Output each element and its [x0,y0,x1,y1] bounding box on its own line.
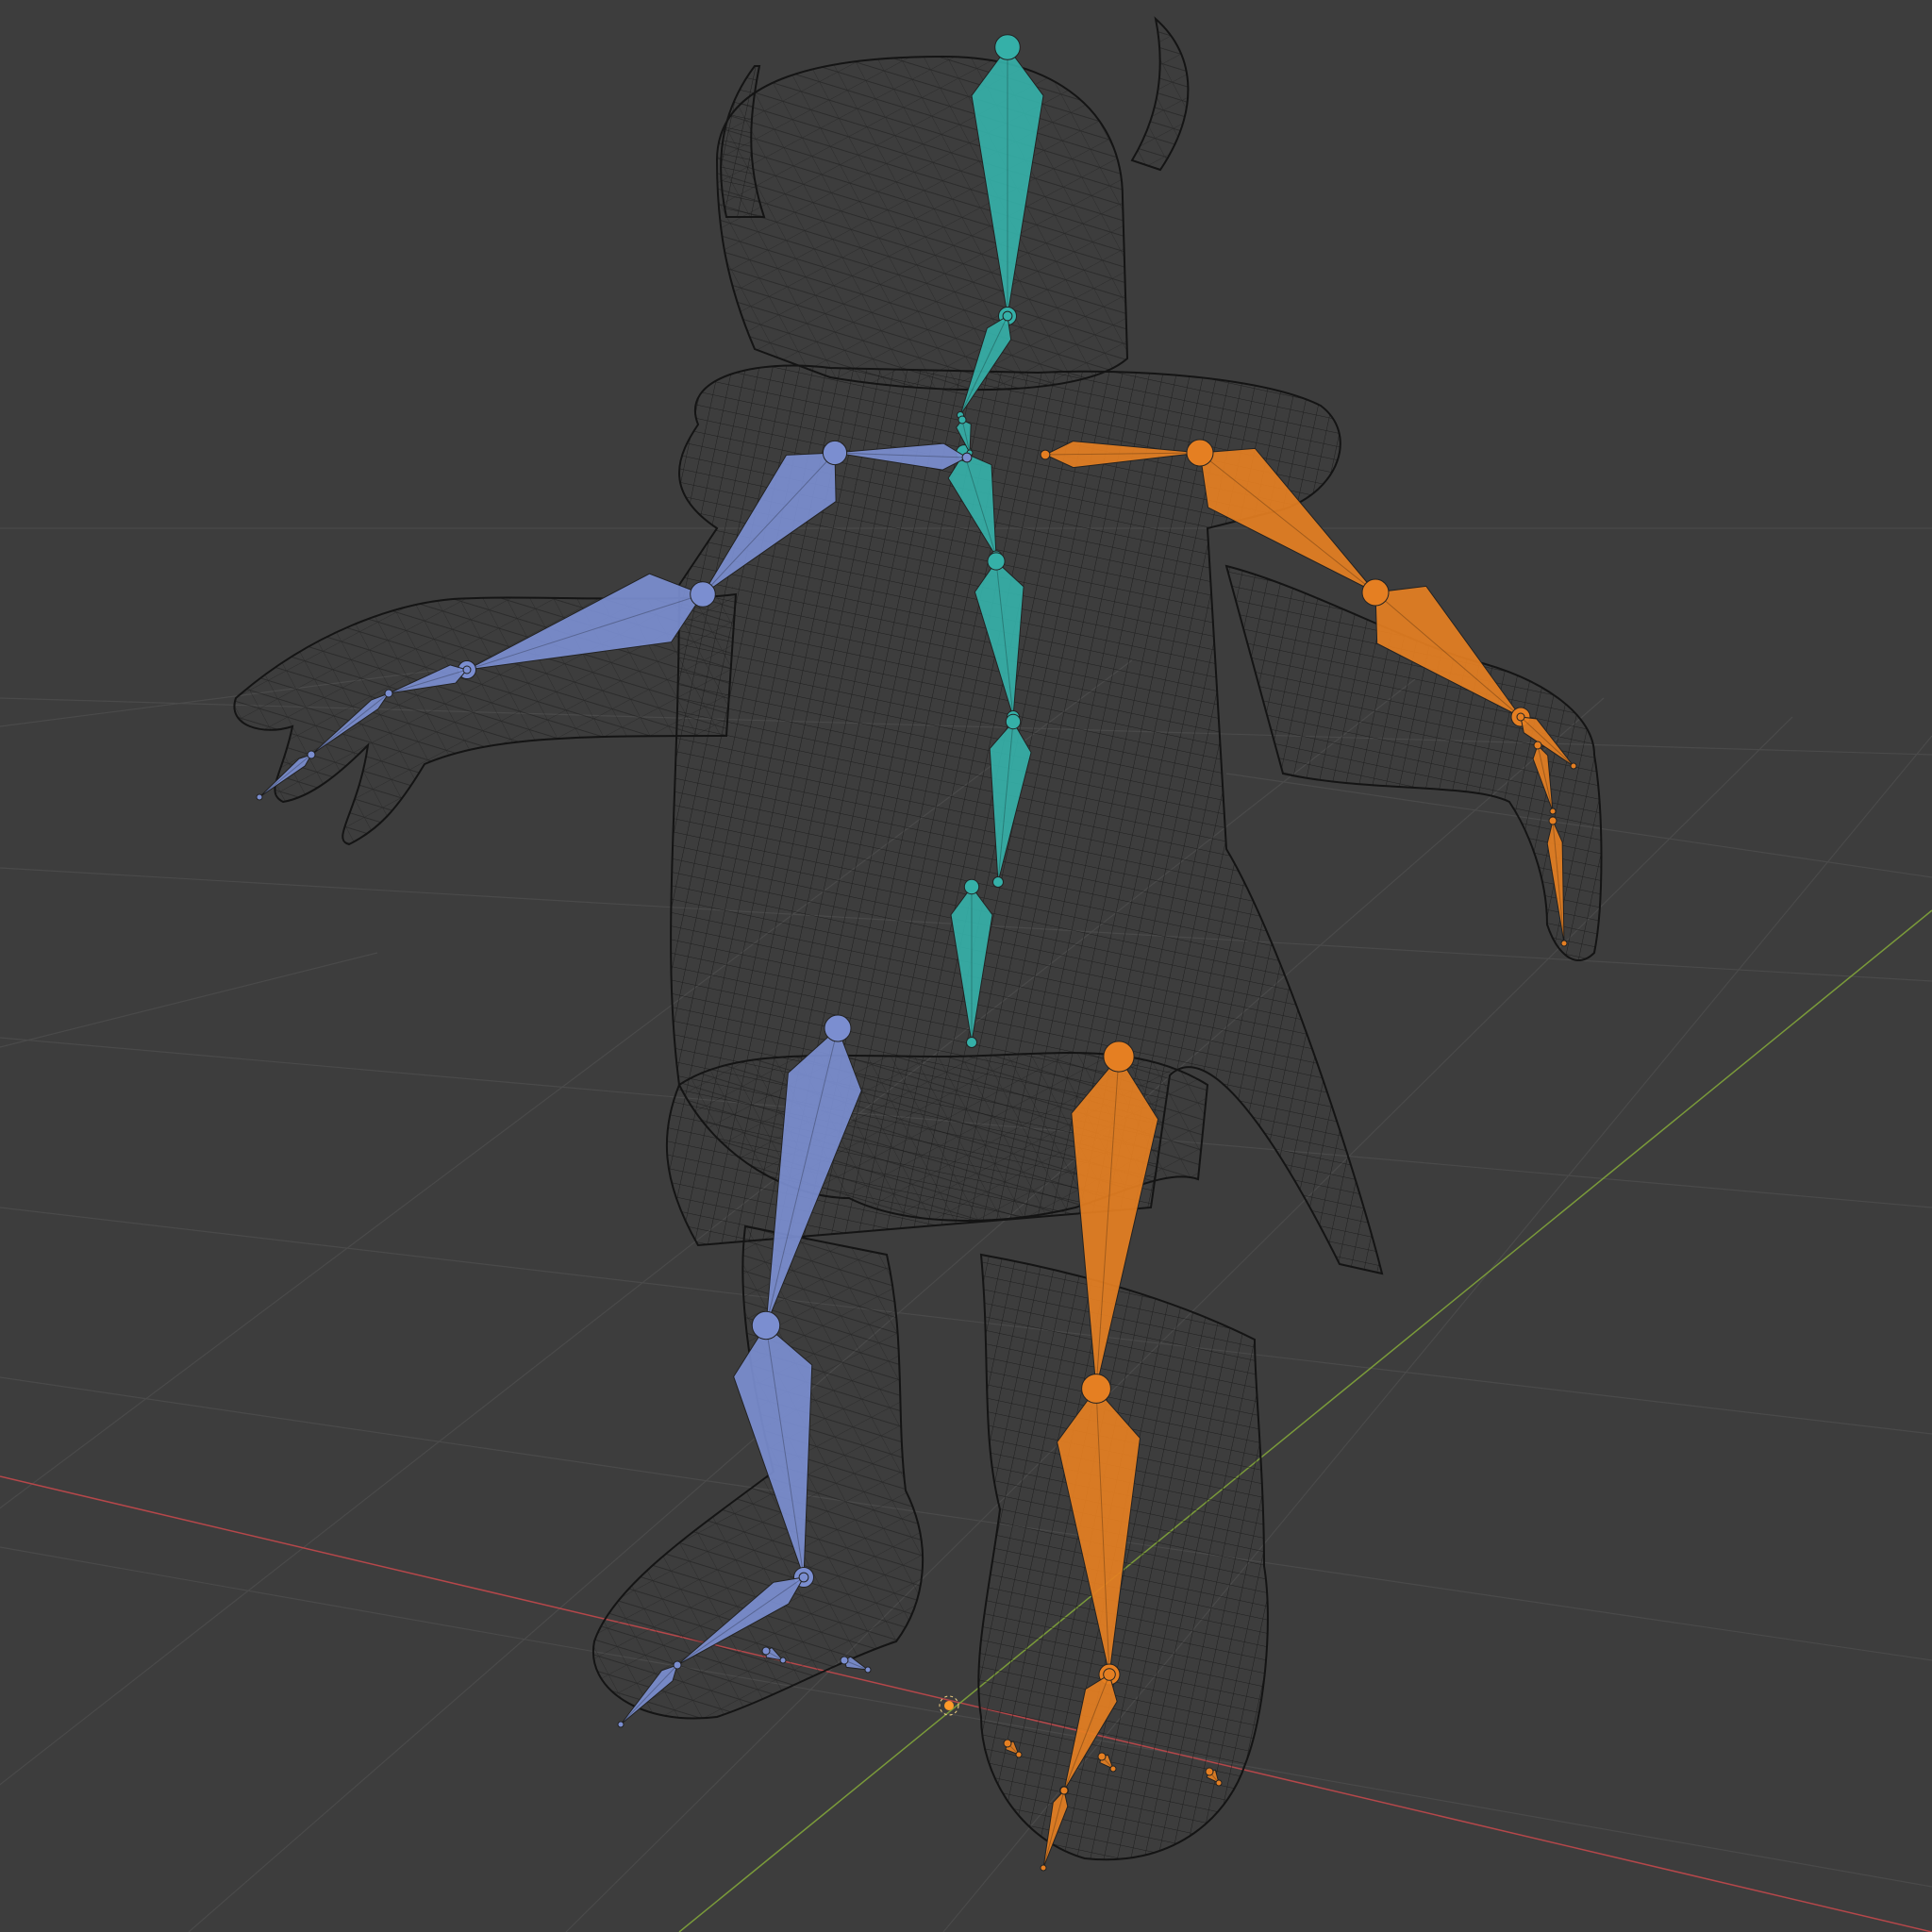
mesh-head [715,55,1129,391]
bone-toe-left-small-2[interactable] [840,1656,872,1674]
character-mesh-wireframe[interactable] [233,16,1603,1861]
viewport-canvas[interactable] [0,0,1932,1932]
mesh-leg-left [591,1224,924,1720]
mesh-horn-right [1130,16,1190,172]
grid-line [0,1207,1932,1435]
grid-line [0,1546,1932,1888]
3d-viewport[interactable] [0,0,1932,1932]
grid-line [0,952,378,1048]
x-axis-line [0,1475,1932,1932]
grid-line [0,1376,1932,1661]
